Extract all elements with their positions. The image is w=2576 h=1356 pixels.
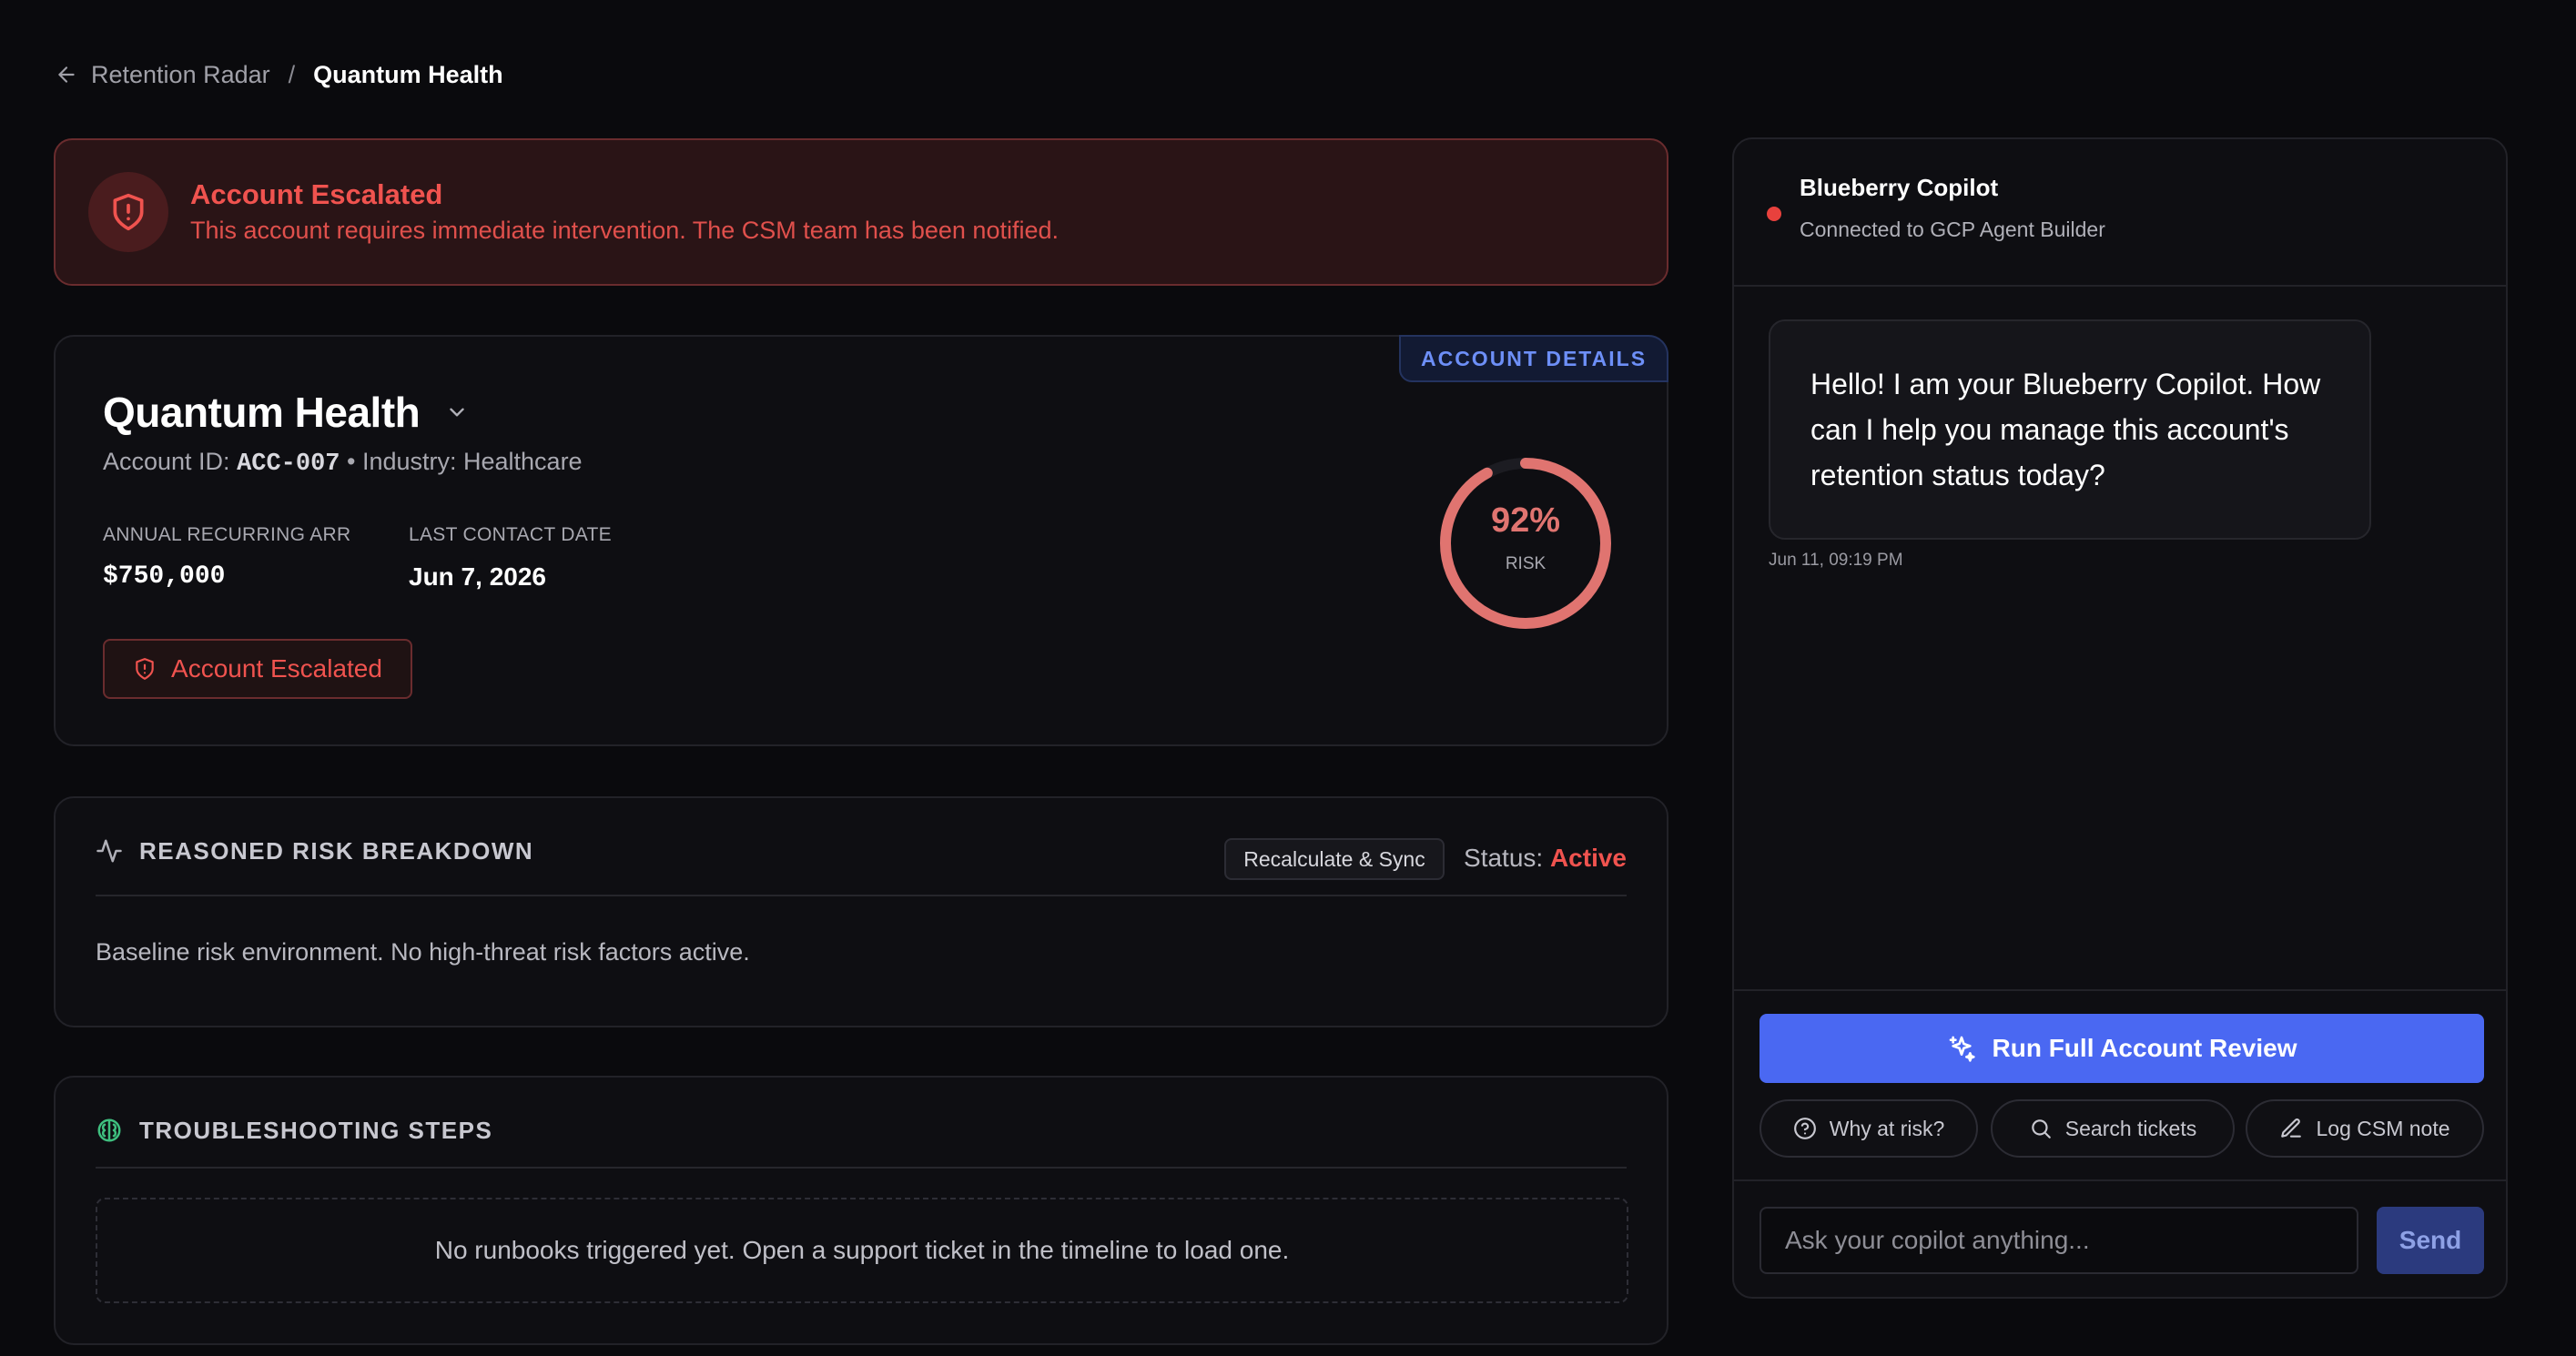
contact-stat: LAST CONTACT DATE Jun 7, 2026 [409,524,612,592]
contact-value: Jun 7, 2026 [409,562,546,591]
search-tickets-label: Search tickets [2064,1116,2197,1140]
banner-icon-badge [88,172,168,252]
pen-icon [2279,1117,2303,1140]
risk-divider [96,895,1627,896]
copilot-title: Blueberry Copilot [1800,174,1999,201]
risk-status-label: Status: [1464,844,1550,872]
arr-value: $750,000 [103,562,226,591]
shield-alert-icon [133,657,157,681]
account-details-tab[interactable]: ACCOUNT DETAILS [1399,335,1668,382]
sparkles-icon [1947,1034,1976,1063]
copilot-message-bubble: Hello! I am your Blueberry Copilot. How … [1769,319,2371,540]
search-icon [2029,1117,2053,1140]
recalculate-sync-button[interactable]: Recalculate & Sync [1224,838,1445,880]
troubleshooting-title: TROUBLESHOOTING STEPS [139,1116,493,1144]
breadcrumb-parent: Retention Radar [91,60,270,88]
banner-message: This account requires immediate interven… [190,217,1059,244]
runbooks-empty-state: No runbooks triggered yet. Open a suppor… [96,1198,1628,1303]
account-name: Quantum Health [103,389,421,436]
brain-icon [96,1117,123,1144]
contact-label: LAST CONTACT DATE [409,524,612,545]
log-csm-note-chip[interactable]: Log CSM note [2246,1099,2484,1158]
connection-status-dot [1767,207,1781,221]
copilot-input[interactable] [1760,1207,2358,1274]
risk-breakdown-body: Baseline risk environment. No high-threa… [96,938,750,966]
escalation-banner: Account Escalated This account requires … [54,138,1668,286]
troubleshooting-divider [96,1167,1627,1169]
risk-gauge-arc [1440,458,1611,629]
risk-breakdown-card: REASONED RISK BREAKDOWN Recalculate & Sy… [54,796,1668,1027]
breadcrumb: Retention Radar / Quantum Health [55,58,503,91]
activity-icon [96,837,123,865]
log-csm-note-label: Log CSM note [2316,1116,2450,1140]
why-at-risk-label: Why at risk? [1829,1116,1945,1140]
shield-alert-icon [108,192,148,232]
why-at-risk-chip[interactable]: Why at risk? [1760,1099,1978,1158]
copilot-panel: Blueberry Copilot Connected to GCP Agent… [1732,137,2508,1299]
banner-title: Account Escalated [190,178,443,210]
breadcrumb-current: Quantum Health [313,60,503,88]
input-divider [1734,1179,2506,1181]
chevron-down-icon[interactable] [445,400,469,424]
help-circle-icon [1793,1117,1817,1140]
account-id-label: Account ID: [103,448,238,475]
send-button[interactable]: Send [2377,1207,2484,1274]
breadcrumb-back-link[interactable]: Retention Radar [55,61,270,89]
risk-gauge: 92% RISK [1435,452,1617,634]
risk-breakdown-title: REASONED RISK BREAKDOWN [139,836,534,865]
run-full-review-label: Run Full Account Review [1992,1034,2297,1062]
account-card: ACCOUNT DETAILS Quantum Health Account I… [54,335,1668,746]
arrow-left-icon [55,63,78,86]
risk-status-value: Active [1549,844,1627,872]
breadcrumb-separator: / [288,60,296,88]
risk-percent: 92% [1490,501,1561,540]
arr-label: ANNUAL RECURRING ARR [103,524,351,545]
run-full-review-button[interactable]: Run Full Account Review [1760,1014,2484,1083]
account-id: ACC-007 [237,450,340,478]
account-industry: • Industry: Healthcare [340,448,583,475]
actions-divider [1734,989,2506,991]
account-escalated-button[interactable]: Account Escalated [103,639,412,699]
search-tickets-chip[interactable]: Search tickets [1991,1099,2235,1158]
message-timestamp: Jun 11, 09:19 PM [1769,551,1903,570]
copilot-header: Blueberry Copilot Connected to GCP Agent… [1734,139,2506,287]
copilot-subtitle: Connected to GCP Agent Builder [1800,218,2105,241]
risk-status: Status: Active [1464,844,1627,873]
account-escalated-label: Account Escalated [171,654,382,683]
arr-stat: ANNUAL RECURRING ARR $750,000 [103,524,350,591]
risk-label: RISK [1505,554,1547,573]
account-meta: Account ID: ACC-007 • Industry: Healthca… [103,448,583,478]
troubleshooting-card: TROUBLESHOOTING STEPS No runbooks trigge… [54,1076,1668,1345]
